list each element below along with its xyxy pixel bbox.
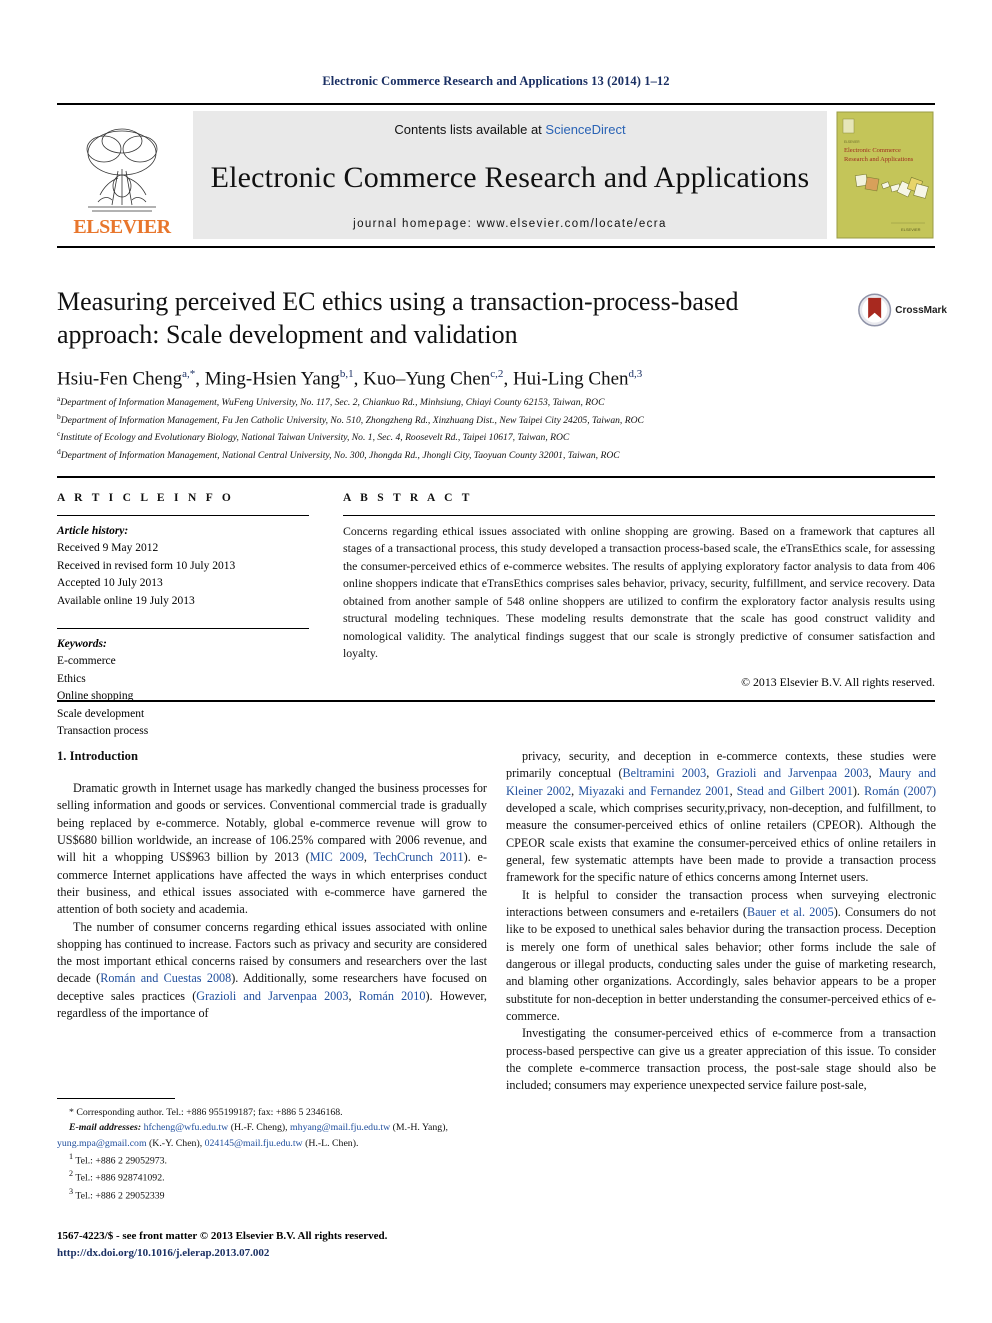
keywords-rule [57, 628, 309, 630]
article-info-rule [57, 515, 309, 516]
section-heading-introduction: 1. Introduction [57, 749, 138, 763]
affiliation-item: bDepartment of Information Management, F… [57, 411, 935, 429]
keywords-group: Keywords: E-commerce Ethics Online shopp… [57, 628, 309, 741]
body-paragraph: privacy, security, and deception in e-co… [506, 749, 937, 885]
journal-masthead: ELSEVIER Contents lists available at Sci… [57, 103, 935, 239]
body-paragraph: It is helpful to consider the transactio… [506, 887, 936, 1023]
history-item: Available online 19 July 2013 [57, 594, 195, 607]
affiliation-item: aDepartment of Information Management, W… [57, 393, 935, 411]
issn-copyright-line: 1567-4223/$ - see front matter © 2013 El… [57, 1230, 388, 1242]
email-link[interactable]: 024145@mail.fju.edu.tw [205, 1138, 303, 1149]
footnotes-block: * Corresponding author. Tel.: +886 95519… [57, 1098, 487, 1203]
running-head: Electronic Commerce Research and Applica… [322, 74, 670, 88]
abstract-heading: A B S T R A C T [343, 492, 473, 504]
abstract-copyright: © 2013 Elsevier B.V. All rights reserved… [741, 674, 935, 689]
footnote-marker: 3 [69, 1186, 74, 1196]
keyword-item: Transaction process [57, 725, 149, 738]
cover-image: ELSEVIER Electronic Commerce Research an… [836, 111, 934, 239]
abstract-text: Concerns regarding ethical issues associ… [343, 524, 935, 661]
elsevier-logo: ELSEVIER [57, 111, 187, 239]
body-column-right: privacy, security, and deception in e-co… [506, 748, 936, 1095]
title-divider [57, 246, 935, 248]
abstract-bottom-divider [57, 700, 935, 702]
body-paragraph: Investigating the consumer-perceived eth… [506, 1026, 936, 1093]
email-link[interactable]: hfcheng@wfu.edu.tw [144, 1122, 229, 1133]
email-person: (H.-F. Cheng) [230, 1122, 286, 1134]
journal-band: Contents lists available at ScienceDirec… [193, 111, 827, 239]
footnote-text: Tel.: +886 2 29052973. [75, 1155, 168, 1167]
email-person: (K.-Y. Chen) [149, 1137, 200, 1149]
affiliation-list: aDepartment of Information Management, W… [57, 393, 935, 464]
email-link[interactable]: yung.mpa@gmail.com [57, 1138, 147, 1149]
keyword-item: E-commerce [57, 655, 116, 668]
doi-link[interactable]: http://dx.doi.org/10.1016/j.elerap.2013.… [57, 1245, 657, 1262]
footnote-marker: 1 [69, 1151, 74, 1161]
crossmark-badge[interactable]: CrossMark [857, 288, 947, 332]
journal-cover-thumbnail: ELSEVIER Electronic Commerce Research an… [835, 111, 935, 239]
affiliation-text: Institute of Ecology and Evolutionary Bi… [60, 432, 570, 444]
email-addresses-label: E-mail addresses: [69, 1122, 142, 1134]
email-link[interactable]: mhyang@mail.fju.edu.tw [290, 1122, 390, 1133]
contents-prefix: Contents lists available at [394, 122, 546, 137]
footnote-text: Tel.: +886 928741092. [75, 1172, 165, 1184]
svg-text:Research and Applications: Research and Applications [844, 156, 914, 163]
footnote-emails: E-mail addresses: hfcheng@wfu.edu.tw (H.… [57, 1122, 448, 1149]
footnote-numbered: 1 Tel.: +886 2 29052973. [57, 1151, 487, 1169]
affiliation-item: cInstitute of Ecology and Evolutionary B… [57, 428, 935, 446]
keywords-label: Keywords: [57, 638, 107, 651]
page-footer: 1567-4223/$ - see front matter © 2013 El… [57, 1228, 657, 1261]
history-item: Received in revised form 10 July 2013 [57, 559, 236, 572]
footnote-divider [57, 1098, 175, 1099]
info-divider [57, 476, 935, 478]
affiliation-text: Department of Information Management, Wu… [60, 397, 605, 409]
affiliation-text: Department of Information Management, Fu… [60, 414, 644, 426]
footnote-numbered: 3 Tel.: +886 2 29052339 [57, 1186, 487, 1204]
contents-list-line: Contents lists available at ScienceDirec… [394, 122, 625, 137]
affiliation-item: dDepartment of Information Management, N… [57, 446, 935, 464]
article-history-label: Article history: [57, 525, 129, 537]
footnote-text: Tel.: +886 2 29052339 [75, 1190, 165, 1202]
crossmark-label: CrossMark [895, 304, 947, 316]
email-person: (M.-H. Yang) [392, 1122, 446, 1134]
abstract-rule [343, 515, 935, 516]
elsevier-tree-icon [86, 128, 158, 212]
keyword-item: Scale development [57, 707, 145, 720]
author-list: Hsiu-Fen Chenga,*, Ming-Hsien Yangb,1, K… [57, 367, 643, 389]
body-paragraph: Dramatic growth in Internet usage has ma… [57, 780, 488, 917]
journal-title: Electronic Commerce Research and Applica… [210, 160, 810, 194]
footnote-corresponding-author: * Corresponding author. Tel.: +886 95519… [69, 1107, 343, 1118]
body-column-left: 1. Introduction Dramatic growth in Inter… [57, 748, 487, 1022]
svg-text:ELSEVIER: ELSEVIER [844, 140, 860, 144]
footnote-marker: 2 [69, 1169, 74, 1179]
footnote-numbered: 2 Tel.: +886 928741092. [57, 1168, 487, 1186]
title-block: Measuring perceived EC ethics using a tr… [57, 286, 847, 390]
article-info-heading: A R T I C L E I N F O [57, 492, 235, 504]
keyword-item: Ethics [57, 672, 86, 685]
keyword-item: Online shopping [57, 690, 134, 703]
elsevier-wordmark: ELSEVIER [73, 216, 171, 238]
history-item: Accepted 10 July 2013 [57, 577, 163, 590]
history-item: Received 9 May 2012 [57, 542, 159, 555]
body-paragraph: The number of consumer concerns regardin… [57, 919, 488, 1021]
affiliation-text: Department of Information Management, Na… [60, 450, 620, 462]
svg-text:Electronic Commerce: Electronic Commerce [844, 147, 901, 154]
crossmark-icon [858, 293, 892, 327]
abstract-panel: A B S T R A C T Concerns regarding ethic… [343, 492, 935, 690]
email-person: (H.-L. Chen). [305, 1137, 359, 1149]
page-title: Measuring perceived EC ethics using a tr… [57, 287, 739, 349]
article-info-panel: A R T I C L E I N F O Article history: R… [57, 492, 309, 741]
journal-homepage-line[interactable]: journal homepage: www.elsevier.com/locat… [353, 218, 667, 230]
svg-text:ELSEVIER: ELSEVIER [901, 227, 921, 232]
sciencedirect-link[interactable]: ScienceDirect [545, 122, 625, 137]
journal-article-page: Electronic Commerce Research and Applica… [0, 0, 992, 1323]
